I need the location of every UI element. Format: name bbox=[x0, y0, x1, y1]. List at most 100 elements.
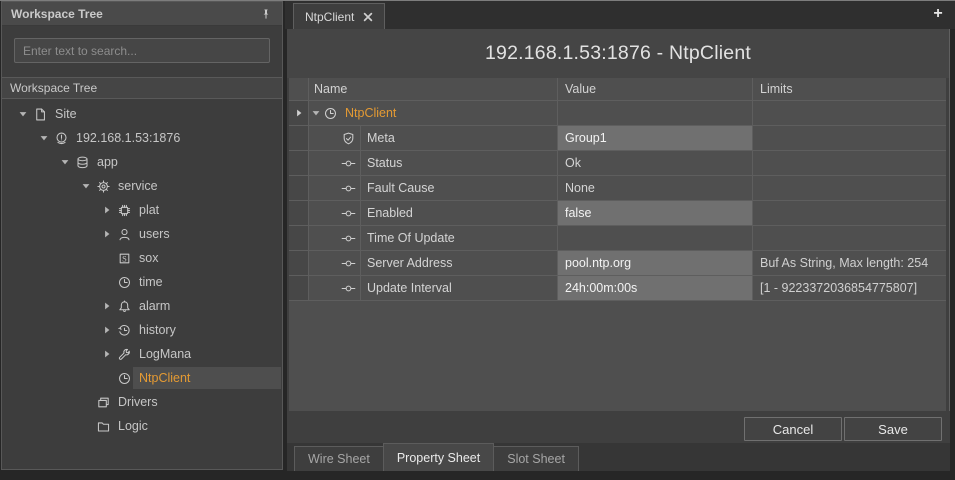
row-gutter-cell bbox=[289, 126, 309, 151]
save-button[interactable]: Save bbox=[844, 417, 942, 441]
property-row-ntpclient[interactable]: NtpClient bbox=[289, 101, 946, 126]
value-cell[interactable]: false bbox=[558, 201, 753, 226]
property-name: Enabled bbox=[360, 201, 557, 225]
tree-arrow-spacer bbox=[76, 414, 95, 438]
tree-item-site[interactable]: Site bbox=[2, 102, 282, 126]
tree-item-ntpclient[interactable]: NtpClient bbox=[2, 366, 282, 390]
add-tab-button[interactable]: + bbox=[930, 5, 946, 23]
user-icon bbox=[116, 226, 133, 242]
value-cell[interactable]: Ok bbox=[558, 151, 753, 176]
shield-check-icon bbox=[340, 130, 357, 146]
sheet-tab-bar: Wire SheetProperty SheetSlot Sheet bbox=[287, 443, 950, 471]
value-cell[interactable]: None bbox=[558, 176, 753, 201]
chevron-right-icon[interactable] bbox=[97, 294, 116, 318]
search-area bbox=[2, 26, 282, 77]
limits-cell bbox=[753, 151, 946, 176]
tree-item-users[interactable]: users bbox=[2, 222, 282, 246]
property-row-fault-cause[interactable]: Fault CauseNone bbox=[289, 176, 946, 201]
name-cell[interactable]: NtpClient bbox=[309, 101, 558, 126]
tree-item-label: Logic bbox=[112, 415, 281, 437]
name-cell[interactable]: Server Address bbox=[309, 251, 558, 276]
tree-item-label: NtpClient bbox=[133, 367, 281, 389]
tree-arrow-spacer bbox=[97, 366, 116, 390]
sox-icon: S bbox=[116, 250, 133, 266]
chevron-down-icon[interactable] bbox=[76, 174, 95, 198]
clock-icon bbox=[116, 274, 133, 290]
property-name: Update Interval bbox=[360, 276, 557, 300]
chevron-down-icon[interactable] bbox=[13, 102, 32, 126]
property-name: Meta bbox=[360, 126, 557, 150]
name-cell[interactable]: Fault Cause bbox=[309, 176, 558, 201]
row-gutter-cell bbox=[289, 151, 309, 176]
value-cell[interactable]: 24h:00m:00s bbox=[558, 276, 753, 301]
property-row-update-interval[interactable]: Update Interval24h:00m:00s[1 - 922337203… bbox=[289, 276, 946, 301]
limits-cell: Buf As String, Max length: 254 bbox=[753, 251, 946, 276]
slot-icon bbox=[340, 205, 357, 221]
value-cell[interactable]: Group1 bbox=[558, 126, 753, 151]
folder-icon bbox=[95, 418, 112, 434]
device-icon bbox=[53, 130, 70, 146]
search-input[interactable] bbox=[14, 38, 270, 63]
chevron-down-icon[interactable] bbox=[34, 126, 53, 150]
row-gutter-cell bbox=[289, 201, 309, 226]
name-cell[interactable]: Time Of Update bbox=[309, 226, 558, 251]
tree-item-sox[interactable]: Ssox bbox=[2, 246, 282, 270]
name-cell[interactable]: Update Interval bbox=[309, 276, 558, 301]
tab-ntpclient[interactable]: NtpClient bbox=[293, 3, 385, 29]
property-row-status[interactable]: StatusOk bbox=[289, 151, 946, 176]
tree-item-label: app bbox=[91, 151, 281, 173]
tree-item-logic[interactable]: Logic bbox=[2, 414, 282, 438]
column-header-limits: Limits bbox=[753, 78, 946, 101]
page-title: 192.168.1.53:1876 - NtpClient bbox=[485, 42, 751, 65]
property-row-meta[interactable]: MetaGroup1 bbox=[289, 126, 946, 151]
property-name: Server Address bbox=[360, 251, 557, 275]
tree-item-time[interactable]: time bbox=[2, 270, 282, 294]
tree-section-title: Workspace Tree bbox=[10, 81, 97, 95]
tree-item-logmana[interactable]: LogMana bbox=[2, 342, 282, 366]
tab-wire-sheet[interactable]: Wire Sheet bbox=[294, 446, 384, 471]
document-tab-bar: NtpClient + bbox=[285, 1, 955, 29]
value-cell[interactable] bbox=[558, 226, 753, 251]
table-body: NtpClient MetaGroup1StatusOkFault CauseNo… bbox=[289, 101, 946, 301]
chevron-right-icon[interactable] bbox=[97, 342, 116, 366]
property-row-time-of-update[interactable]: Time Of Update bbox=[289, 226, 946, 251]
tree-arrow-spacer bbox=[97, 270, 116, 294]
value-cell[interactable]: pool.ntp.org bbox=[558, 251, 753, 276]
main-view: 192.168.1.53:1876 - NtpClient Name Value… bbox=[287, 29, 950, 471]
tree-item-plat[interactable]: plat bbox=[2, 198, 282, 222]
name-cell[interactable]: Meta bbox=[309, 126, 558, 151]
tree-item-label: sox bbox=[133, 247, 281, 269]
close-icon[interactable] bbox=[363, 12, 373, 22]
tree-item-drivers[interactable]: Drivers bbox=[2, 390, 282, 414]
row-marker-cell[interactable] bbox=[289, 101, 309, 126]
chevron-right-icon[interactable] bbox=[97, 318, 116, 342]
parent-row-label: NtpClient bbox=[339, 106, 396, 120]
value-cell bbox=[558, 101, 753, 126]
property-row-server-address[interactable]: Server Addresspool.ntp.orgBuf As String,… bbox=[289, 251, 946, 276]
tree-item-label: plat bbox=[133, 199, 281, 221]
slot-icon bbox=[340, 230, 357, 246]
tree-item-192-168-1-53-1876[interactable]: 192.168.1.53:1876 bbox=[2, 126, 282, 150]
chevron-down-icon[interactable] bbox=[309, 109, 322, 117]
tree-item-label: alarm bbox=[133, 295, 281, 317]
name-cell[interactable]: Enabled bbox=[309, 201, 558, 226]
row-gutter-cell bbox=[289, 176, 309, 201]
property-name: Status bbox=[360, 151, 557, 175]
chevron-right-icon[interactable] bbox=[97, 222, 116, 246]
tab-property-sheet[interactable]: Property Sheet bbox=[383, 443, 494, 471]
tab-slot-sheet[interactable]: Slot Sheet bbox=[493, 446, 579, 471]
tree-item-history[interactable]: history bbox=[2, 318, 282, 342]
drivers-icon bbox=[95, 394, 112, 410]
cancel-button[interactable]: Cancel bbox=[744, 417, 842, 441]
tree-item-label: users bbox=[133, 223, 281, 245]
name-cell[interactable]: Status bbox=[309, 151, 558, 176]
pin-icon[interactable] bbox=[259, 7, 273, 21]
tree-item-label: LogMana bbox=[133, 343, 281, 365]
tree-item-app[interactable]: app bbox=[2, 150, 282, 174]
tree-item-service[interactable]: service bbox=[2, 174, 282, 198]
chevron-down-icon[interactable] bbox=[55, 150, 74, 174]
tree-item-alarm[interactable]: alarm bbox=[2, 294, 282, 318]
chevron-right-icon[interactable] bbox=[97, 198, 116, 222]
limits-cell bbox=[753, 226, 946, 251]
property-row-enabled[interactable]: Enabledfalse bbox=[289, 201, 946, 226]
